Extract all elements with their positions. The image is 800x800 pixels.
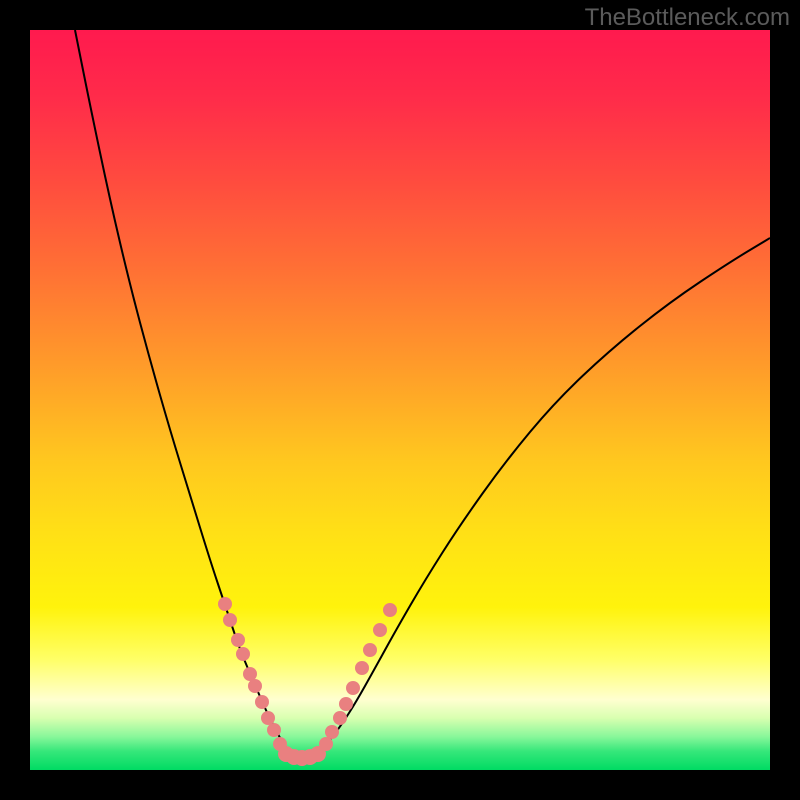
watermark-text: TheBottleneck.com bbox=[585, 4, 790, 32]
marker-dot bbox=[223, 613, 237, 627]
marker-dot bbox=[261, 711, 275, 725]
plot-area bbox=[30, 30, 770, 770]
marker-dot bbox=[373, 623, 387, 637]
curve-right-branch bbox=[310, 238, 770, 756]
curve-left-branch bbox=[75, 30, 300, 756]
marker-dot bbox=[339, 697, 353, 711]
marker-dot bbox=[355, 661, 369, 675]
marker-dot bbox=[218, 597, 232, 611]
marker-dot bbox=[363, 643, 377, 657]
marker-dot bbox=[236, 647, 250, 661]
marker-dot bbox=[243, 667, 257, 681]
marker-dot bbox=[346, 681, 360, 695]
marker-dot bbox=[383, 603, 397, 617]
chart-frame: TheBottleneck.com bbox=[0, 0, 800, 800]
marker-dot bbox=[319, 737, 333, 751]
marker-dot bbox=[325, 725, 339, 739]
marker-dot bbox=[333, 711, 347, 725]
marker-dot bbox=[267, 723, 281, 737]
curve-layer bbox=[30, 30, 770, 770]
marker-dot bbox=[255, 695, 269, 709]
marker-dot bbox=[248, 679, 262, 693]
marker-dot bbox=[231, 633, 245, 647]
